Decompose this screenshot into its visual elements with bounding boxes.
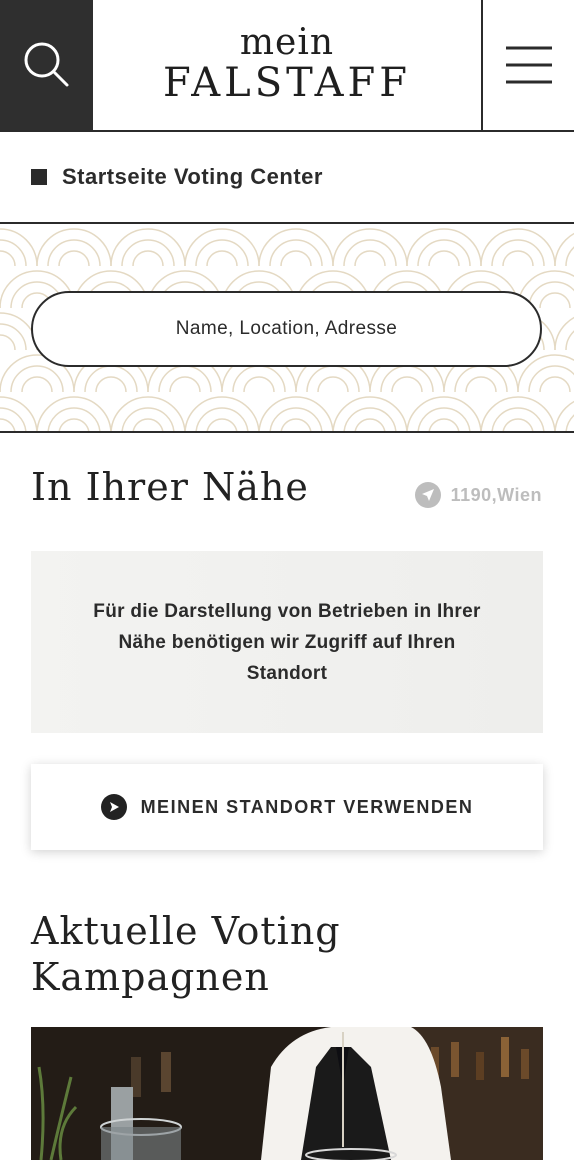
use-location-button[interactable]: MEINEN STANDORT VERWENDEN: [31, 764, 543, 850]
breadcrumb: Startseite Voting Center: [0, 132, 574, 224]
hamburger-menu-icon: [505, 46, 552, 84]
search-icon: [24, 42, 68, 87]
header: mein FALSTAFF: [0, 0, 574, 132]
breadcrumb-square-icon: [31, 169, 47, 185]
search-band: [0, 224, 574, 433]
current-location[interactable]: 1190,Wien: [414, 482, 542, 508]
location-arrow-icon: [414, 482, 441, 508]
arrow-right-icon: [100, 794, 127, 820]
location-label: 1190,Wien: [450, 484, 542, 505]
logo-line2: FALSTAFF: [162, 60, 411, 106]
nearby-title: In Ihrer Nähe: [31, 465, 309, 509]
bartender-photo: [31, 1027, 543, 1160]
campaigns-title: Aktuelle Voting Kampagnen: [31, 909, 341, 999]
use-location-label: MEINEN STANDORT VERWENDEN: [140, 796, 474, 817]
location-info-text: Für die Darstellung von Betrieben in Ihr…: [93, 600, 481, 684]
location-info-box: Für die Darstellung von Betrieben in Ihr…: [31, 551, 543, 733]
search-input[interactable]: [31, 291, 542, 367]
search-button[interactable]: [0, 0, 93, 130]
logo-line1: mein: [239, 22, 335, 63]
menu-button[interactable]: [481, 0, 574, 130]
nearby-header: In Ihrer Nähe 1190,Wien: [0, 433, 574, 551]
campaign-image[interactable]: [31, 1027, 543, 1160]
logo[interactable]: mein FALSTAFF: [93, 0, 481, 130]
breadcrumb-link[interactable]: Startseite Voting Center: [62, 164, 323, 190]
